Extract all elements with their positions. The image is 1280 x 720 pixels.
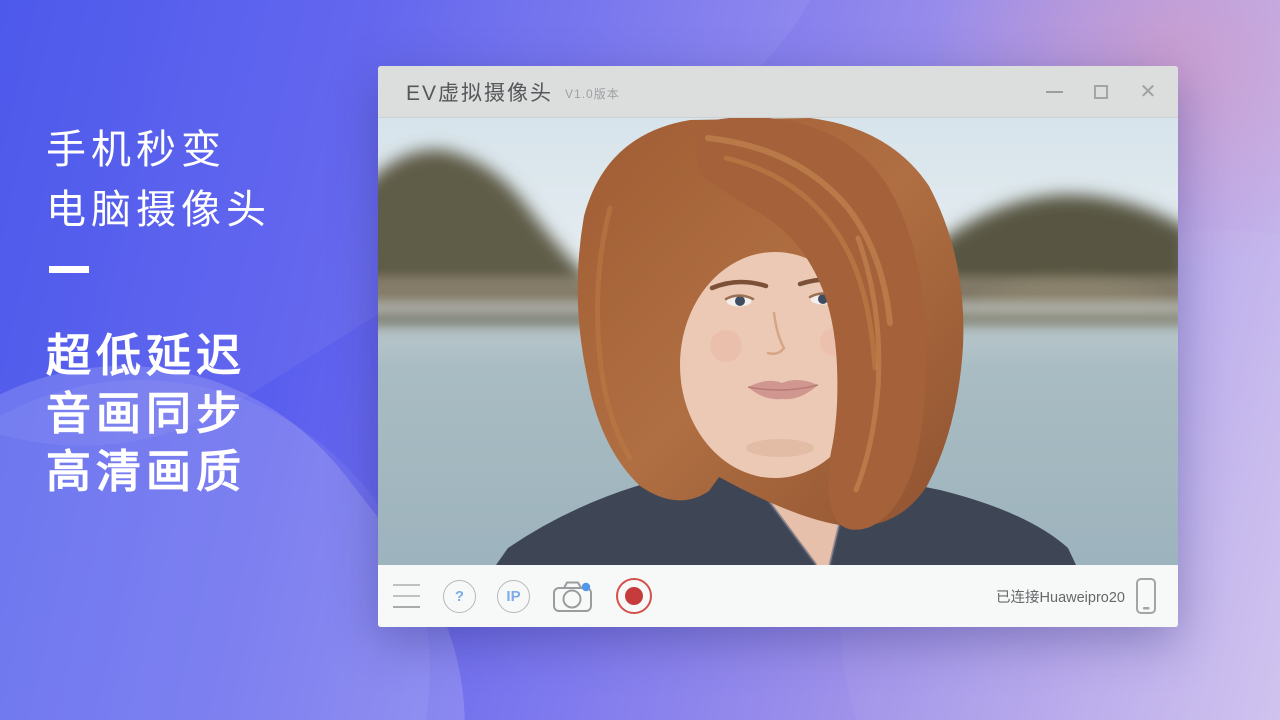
- ip-button[interactable]: IP: [497, 580, 530, 613]
- question-icon: ?: [455, 588, 464, 605]
- feature-line-sync: 音画同步: [46, 385, 271, 443]
- maximize-icon: [1094, 85, 1108, 99]
- hamburger-icon: [393, 606, 420, 608]
- title-bar: EV虚拟摄像头 V1.0版本 ✕: [378, 66, 1178, 118]
- hero-copy: 手机秒变 电脑摄像头 超低延迟 音画同步 高清画质: [46, 120, 271, 501]
- camera-preview-image: [378, 118, 1178, 565]
- close-icon: ✕: [1140, 82, 1157, 102]
- close-button[interactable]: ✕: [1138, 82, 1158, 102]
- camera-icon: [551, 579, 595, 613]
- app-version: V1.0版本: [565, 85, 620, 102]
- toolbar: ? IP 已连接Huaweipro20: [378, 565, 1178, 627]
- hero-divider: [49, 266, 89, 273]
- phone-icon: [1134, 576, 1158, 616]
- camera-preview: [378, 118, 1178, 565]
- snapshot-button[interactable]: [551, 579, 595, 613]
- feature-line-latency: 超低延迟: [46, 327, 271, 385]
- help-button[interactable]: ?: [443, 580, 476, 613]
- connection-status: 已连接Huaweipro20: [996, 576, 1158, 616]
- app-window: EV虚拟摄像头 V1.0版本 ✕: [378, 66, 1178, 627]
- hamburger-icon: [393, 584, 420, 586]
- minimize-icon: [1046, 91, 1063, 93]
- maximize-button[interactable]: [1091, 82, 1111, 102]
- connection-status-text: 已连接Huaweipro20: [996, 586, 1125, 607]
- ip-icon: IP: [506, 588, 520, 605]
- record-dot-icon: [625, 587, 643, 605]
- hamburger-icon: [393, 595, 420, 597]
- minimize-button[interactable]: [1044, 82, 1064, 102]
- record-button[interactable]: [616, 578, 652, 614]
- feature-line-hd: 高清画质: [46, 443, 271, 501]
- app-title: EV虚拟摄像头: [406, 77, 553, 107]
- hero-headline-line2: 电脑摄像头: [46, 180, 271, 240]
- window-controls: ✕: [1044, 82, 1158, 102]
- menu-button[interactable]: [391, 580, 422, 612]
- hero-headline-line1: 手机秒变: [46, 120, 271, 180]
